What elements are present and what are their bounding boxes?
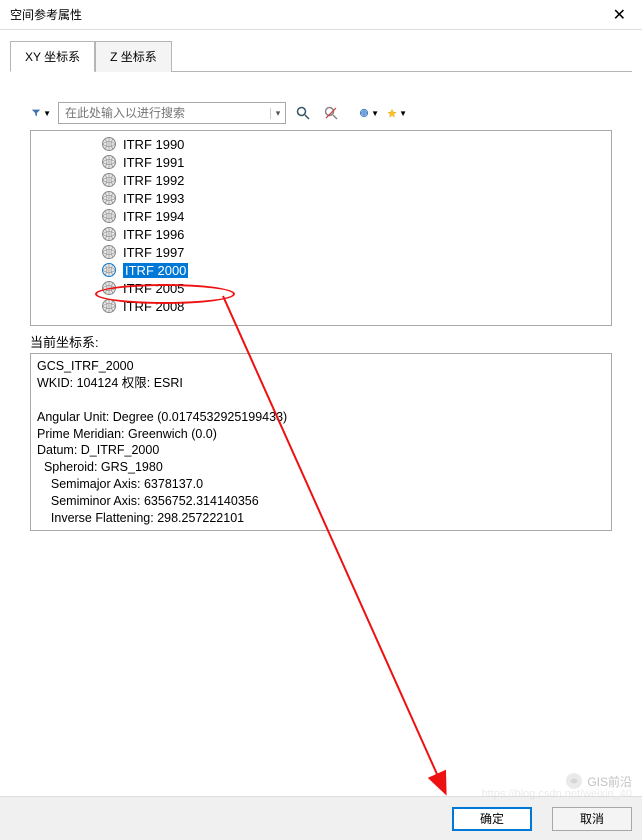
tab-z-coordinate-system[interactable]: Z 坐标系 xyxy=(95,41,172,72)
tree-item-label: ITRF 2005 xyxy=(123,281,184,296)
tree-item[interactable]: ITRF 1993 xyxy=(31,189,611,207)
toolbar: ▼ ▾ ▼ ▼ xyxy=(10,102,632,124)
tree-item-label: ITRF 2000 xyxy=(123,263,188,278)
tree-item[interactable]: ITRF 1990 xyxy=(31,135,611,153)
globe-icon xyxy=(101,136,117,152)
info-line: Spheroid: GRS_1980 xyxy=(37,460,163,474)
globe-icon xyxy=(101,172,117,188)
globe-icon xyxy=(101,298,117,314)
search-input[interactable] xyxy=(59,106,270,120)
tree-item-label: ITRF 1994 xyxy=(123,209,184,224)
info-line: Inverse Flattening: 298.257222101 xyxy=(37,511,244,525)
tree-scroll[interactable]: ITRF 1990 ITRF 1991 ITRF 1992 ITRF 1993 ITRF… xyxy=(31,131,611,325)
tree-item-label: ITRF 1996 xyxy=(123,227,184,242)
chevron-down-icon: ▼ xyxy=(371,109,379,118)
globe-icon xyxy=(101,226,117,242)
globe-icon xyxy=(101,154,117,170)
globe-icon xyxy=(101,280,117,296)
search-dropdown-icon[interactable]: ▾ xyxy=(270,108,285,119)
tree-item-label: ITRF 1997 xyxy=(123,245,184,260)
info-line: WKID: 104124 权限: ESRI xyxy=(37,376,183,390)
coordinate-system-tree: ITRF 1990 ITRF 1991 ITRF 1992 ITRF 1993 ITRF… xyxy=(30,130,612,326)
search-icon[interactable] xyxy=(292,102,314,124)
chevron-down-icon: ▼ xyxy=(399,109,407,118)
tab-panel: ▼ ▾ ▼ ▼ ITRF 1990ITRF 1991ITRF 1992ITRF … xyxy=(10,71,632,531)
info-line: Datum: D_ITRF_2000 xyxy=(37,443,159,457)
filter-icon[interactable]: ▼ xyxy=(30,102,52,124)
dialog-button-bar: 确定 取消 xyxy=(0,796,642,840)
clear-search-icon[interactable] xyxy=(320,102,342,124)
favorite-icon[interactable]: ▼ xyxy=(386,102,408,124)
tab-strip: XY 坐标系 Z 坐标系 xyxy=(0,30,642,71)
chevron-down-icon: ▼ xyxy=(43,109,51,118)
tree-item[interactable]: ITRF 1992 xyxy=(31,171,611,189)
new-crs-icon[interactable]: ▼ xyxy=(358,102,380,124)
watermark-url: https://blog.csdn.net/weixin_40 xyxy=(482,788,632,800)
watermark-text: GIS前沿 xyxy=(587,773,632,790)
tree-item[interactable]: ITRF 1994 xyxy=(31,207,611,225)
tree-item[interactable]: ITRF 1997 xyxy=(31,243,611,261)
current-cs-label: 当前坐标系: xyxy=(30,332,612,351)
info-line: Semimajor Axis: 6378137.0 xyxy=(37,477,203,491)
tree-item[interactable]: ITRF 2008 xyxy=(31,297,611,315)
info-line: GCS_ITRF_2000 xyxy=(37,359,134,373)
cancel-button[interactable]: 取消 xyxy=(552,807,632,831)
info-line: Prime Meridian: Greenwich (0.0) xyxy=(37,427,217,441)
tab-xy-coordinate-system[interactable]: XY 坐标系 xyxy=(10,41,95,72)
tree-item-label: ITRF 1990 xyxy=(123,137,184,152)
ok-button[interactable]: 确定 xyxy=(452,807,532,831)
tree-item[interactable]: ITRF 2000 xyxy=(31,261,611,279)
globe-icon xyxy=(101,208,117,224)
tree-item[interactable]: ITRF 1996 xyxy=(31,225,611,243)
info-line: Angular Unit: Degree (0.0174532925199433… xyxy=(37,410,287,424)
close-icon[interactable]: ✕ xyxy=(607,5,632,25)
tree-item-label: ITRF 1993 xyxy=(123,191,184,206)
window-title: 空间参考属性 xyxy=(10,6,82,23)
tree-item-label: ITRF 1992 xyxy=(123,173,184,188)
tree-item-label: ITRF 1991 xyxy=(123,155,184,170)
tree-item[interactable]: ITRF 1991 xyxy=(31,153,611,171)
search-input-wrap: ▾ xyxy=(58,102,286,124)
globe-icon xyxy=(101,262,117,278)
tree-item-label: ITRF 2008 xyxy=(123,299,184,314)
info-line: Semiminor Axis: 6356752.314140356 xyxy=(37,494,259,508)
tree-item[interactable]: ITRF 2005 xyxy=(31,279,611,297)
current-cs-info: GCS_ITRF_2000 WKID: 104124 权限: ESRI Angu… xyxy=(30,353,612,531)
globe-icon xyxy=(101,244,117,260)
title-bar: 空间参考属性 ✕ xyxy=(0,0,642,30)
globe-icon xyxy=(101,190,117,206)
